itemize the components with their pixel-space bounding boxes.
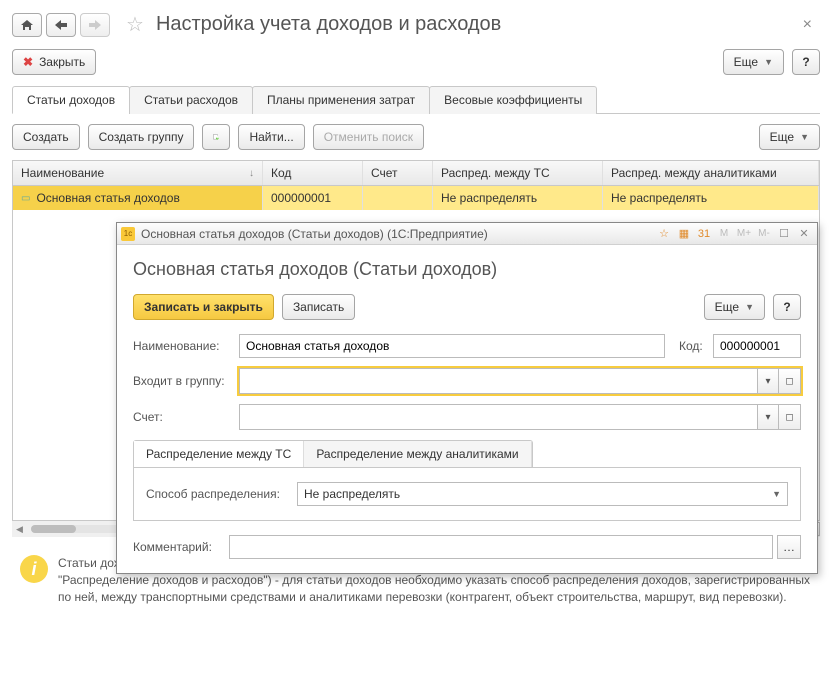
grid-more-button[interactable]: Еще▼ (759, 124, 820, 150)
chevron-down-icon[interactable]: ▾ (757, 404, 779, 430)
label-code: Код: (679, 339, 707, 353)
row-icon: ▭ (21, 193, 30, 204)
info-icon: i (20, 555, 48, 583)
label-comment: Комментарий: (133, 540, 223, 554)
tab-weight-coef[interactable]: Весовые коэффициенты (429, 86, 597, 114)
col-code[interactable]: Код (263, 161, 363, 185)
chevron-down-icon: ▼ (745, 302, 754, 312)
dialog-titlebar[interactable]: 1c Основная статья доходов (Статьи доход… (117, 223, 817, 245)
maximize-icon[interactable]: ☐ (775, 226, 793, 242)
dialog-close-icon[interactable]: ✕ (795, 226, 813, 242)
col-dist-ts[interactable]: Распред. между ТС (433, 161, 603, 185)
inner-tab-dist-ts[interactable]: Распределение между ТС (134, 441, 304, 467)
calendar-icon[interactable]: 31 (695, 226, 713, 242)
save-close-button[interactable]: Записать и закрыть (133, 294, 274, 320)
ellipsis-button[interactable]: … (777, 535, 801, 559)
tab-cost-plans[interactable]: Планы применения затрат (252, 86, 430, 114)
tab-expense-articles[interactable]: Статьи расходов (129, 86, 253, 114)
create-group-button[interactable]: Создать группу (88, 124, 195, 150)
dialog-title: Основная статья доходов (Статьи доходов) (133, 259, 801, 280)
tab-income-articles[interactable]: Статьи доходов (12, 86, 130, 114)
close-page-button[interactable]: × (795, 16, 820, 34)
inner-tab-dist-an[interactable]: Распределение между аналитиками (304, 441, 531, 467)
help-button[interactable]: ? (792, 49, 820, 75)
col-acct[interactable]: Счет (363, 161, 433, 185)
chevron-down-icon: ▼ (800, 132, 809, 142)
mem-mminus[interactable]: M- (755, 226, 773, 242)
create-button[interactable]: Создать (12, 124, 80, 150)
sort-icon: ↓ (249, 168, 254, 179)
label-account: Счет: (133, 410, 233, 424)
col-dist-an[interactable]: Распред. между аналитиками (603, 161, 819, 185)
cancel-find-button: Отменить поиск (313, 124, 424, 150)
code-field[interactable] (713, 334, 801, 358)
table-row[interactable]: ▭Основная статья доходов 000000001 Не ра… (13, 186, 819, 210)
dialog-help-button[interactable]: ? (773, 294, 801, 320)
label-method: Способ распределения: (146, 487, 291, 501)
group-input[interactable] (239, 368, 757, 394)
name-field[interactable] (239, 334, 665, 358)
save-button[interactable]: Записать (282, 294, 355, 320)
favorite-icon[interactable]: ☆ (126, 12, 144, 37)
mem-m[interactable]: M (715, 226, 733, 242)
comment-field[interactable] (229, 535, 773, 559)
home-button[interactable] (12, 13, 42, 37)
close-button[interactable]: ✖Закрыть (12, 49, 96, 75)
app-icon: 1c (121, 227, 135, 241)
group-combo[interactable]: ▾ ◻ (239, 368, 801, 394)
fav-icon[interactable]: ☆ (655, 226, 673, 242)
close-icon: ✖ (23, 55, 33, 69)
back-button[interactable] (46, 13, 76, 37)
page-title: Настройка учета доходов и расходов (156, 13, 501, 36)
forward-button[interactable] (80, 13, 110, 37)
method-select[interactable]: Не распределять ▼ (297, 482, 788, 506)
chevron-down-icon: ▼ (772, 489, 781, 499)
edit-dialog: 1c Основная статья доходов (Статьи доход… (116, 222, 818, 574)
account-combo[interactable]: ▾ ◻ (239, 404, 801, 430)
copy-button[interactable]: + (202, 124, 230, 150)
col-name[interactable]: Наименование↓ (13, 161, 263, 185)
label-group: Входит в группу: (133, 374, 233, 388)
label-name: Наименование: (133, 339, 233, 353)
open-ref-icon[interactable]: ◻ (779, 368, 801, 394)
calc-icon[interactable]: ▦ (675, 226, 693, 242)
chevron-down-icon: ▼ (764, 57, 773, 67)
open-ref-icon[interactable]: ◻ (779, 404, 801, 430)
mem-mplus[interactable]: M+ (735, 226, 753, 242)
grid-header: Наименование↓ Код Счет Распред. между ТС… (13, 161, 819, 186)
find-button[interactable]: Найти... (238, 124, 304, 150)
more-button[interactable]: Еще▼ (723, 49, 784, 75)
account-input[interactable] (239, 404, 757, 430)
main-tabs: Статьи доходов Статьи расходов Планы при… (12, 85, 820, 114)
chevron-down-icon[interactable]: ▾ (757, 368, 779, 394)
svg-text:+: + (216, 135, 219, 141)
dialog-more-button[interactable]: Еще▼ (704, 294, 765, 320)
